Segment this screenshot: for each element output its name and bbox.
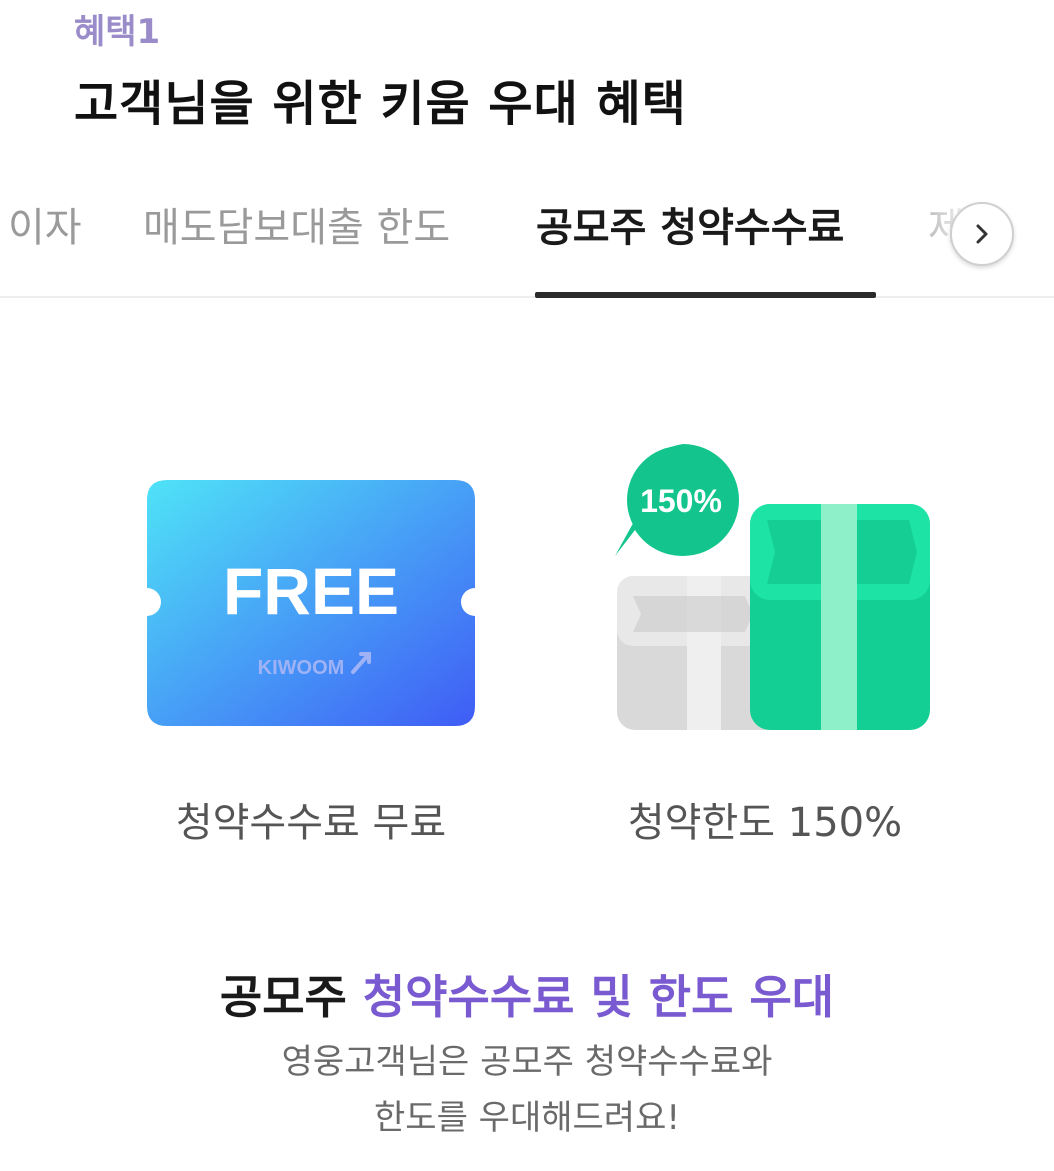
free-ticket-icon: FREE KIWOOM [147,480,475,726]
page-title: 고객님을 위한 키움 우대 혜택 [74,76,687,132]
ticket-free-text: FREE [223,554,399,628]
feature-caption-limit: 청약한도 150% [627,800,903,846]
tab-interest[interactable]: 이자 [8,198,82,258]
summary-description-line1: 영웅고객님은 공모주 청약수수료와 [281,1042,773,1082]
tab-ipo-subscription-fee[interactable]: 공모주 청약수수료 [536,198,844,258]
tabs-next-button[interactable] [950,202,1014,266]
feature-limit-150: 150% 청약한도 150% [555,440,975,860]
badge-150-text: 150% [640,483,722,519]
benefit-page: 혜택1 고객님을 위한 키움 우대 혜택 이자 매도담보대출 한도 공모주 청약… [0,0,1054,1171]
benefit-number-label: 혜택1 [74,12,161,52]
benefit-tabs: 이자 매도담보대출 한도 공모주 청약수수료 제 [0,190,1054,298]
money-gift-box-icon: 150% [615,444,930,730]
summary-title-plain: 공모주 [219,970,363,1024]
tab-collateral-loan-limit[interactable]: 매도담보대출 한도 [143,198,450,258]
feature-fee-free: FREE KIWOOM 청약수수료 무료 [101,440,521,860]
active-tab-indicator [535,292,876,298]
summary-description-line2: 한도를 우대해드려요! [374,1098,680,1138]
ticket-brand-text: KIWOOM [258,657,345,679]
chevron-right-icon [976,224,988,244]
benefit-summary: 공모주 청약수수료 및 한도 우대 영웅고객님은 공모주 청약수수료와 한도를 … [0,960,1054,1146]
summary-title: 공모주 청약수수료 및 한도 우대 [0,960,1054,1034]
summary-title-accent: 청약수수료 및 한도 우대 [362,970,835,1024]
feature-caption-fee-free: 청약수수료 무료 [175,800,447,846]
